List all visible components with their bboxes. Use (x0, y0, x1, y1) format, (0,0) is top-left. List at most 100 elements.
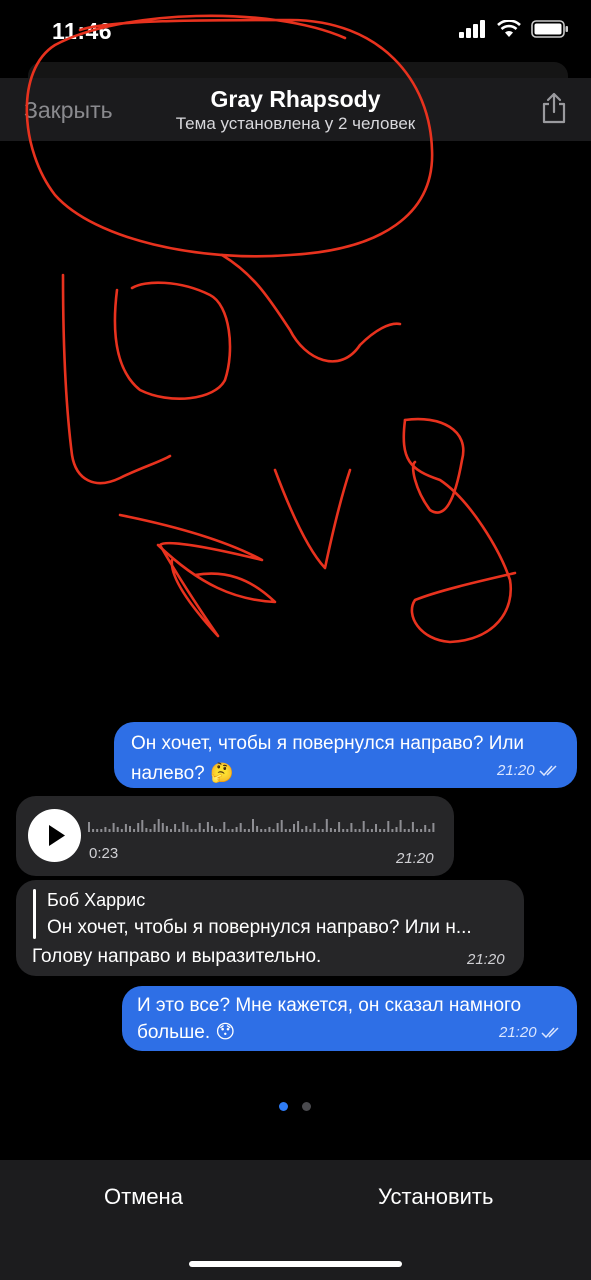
waveform-bar (391, 829, 394, 832)
message-text: Он хочет, чтобы я повернулся направо? Ил… (131, 733, 525, 784)
waveform-bar (198, 823, 201, 832)
waveform-bar (190, 829, 193, 832)
reply-quote: Он хочет, чтобы я повернулся направо? Ил… (47, 917, 472, 938)
waveform-bar (124, 824, 127, 832)
waveform-bar (338, 822, 341, 832)
waveform-bar (202, 829, 205, 832)
waveform-bar (350, 823, 353, 832)
waveform-bar (284, 829, 287, 832)
reply-author: Боб Харрис (47, 890, 146, 910)
waveform-bar (252, 819, 254, 832)
theme-subtitle: Тема установлена у 2 человек (175, 114, 416, 133)
waveform-bar (272, 829, 275, 832)
cancel-button[interactable]: Отмена (104, 1184, 183, 1210)
waveform-bar (182, 822, 185, 832)
status-time: 11:46 (52, 18, 113, 44)
battery-icon (531, 20, 568, 38)
waveform-bar (194, 829, 197, 832)
waveform-bar (141, 820, 144, 832)
waveform-bar (428, 829, 431, 832)
waveform-bar (301, 829, 304, 832)
waveform-bar (305, 826, 308, 832)
waveform-bar (276, 823, 279, 832)
waveform-bar (268, 827, 271, 832)
waveform-bar (358, 829, 361, 832)
waveform-bar (317, 829, 320, 832)
waveform-bar (411, 822, 414, 832)
waveform (88, 819, 435, 832)
voice-duration: 0:23 (89, 845, 119, 862)
waveform-bar (370, 829, 373, 832)
share-button[interactable] (541, 92, 567, 129)
waveform-bar (362, 821, 365, 832)
waveform-bar (387, 821, 390, 832)
wifi-icon (497, 20, 521, 37)
waveform-bar (88, 822, 90, 832)
waveform-bar (424, 825, 427, 832)
play-button[interactable] (28, 809, 81, 862)
waveform-bar (432, 823, 435, 832)
reply-quote-bar (33, 889, 36, 939)
home-indicator[interactable] (189, 1261, 402, 1267)
waveform-bar (297, 821, 300, 832)
waveform-bar (354, 829, 357, 832)
waveform-bar (321, 829, 324, 832)
waveform-bar (325, 819, 328, 832)
voice-time: 21:20 (396, 850, 434, 867)
waveform-bar (104, 827, 107, 832)
waveform-bar (153, 824, 156, 832)
waveform-bar (420, 829, 423, 832)
waveform-bar (407, 829, 410, 832)
waveform-bar (235, 827, 238, 832)
waveform-bar (157, 819, 160, 832)
waveform-bar (219, 829, 222, 832)
waveform-bar (96, 829, 99, 832)
message-time-text: 21:20 (499, 1024, 537, 1041)
waveform-bar (264, 829, 267, 832)
waveform-bar (137, 823, 140, 832)
waveform-bar (395, 827, 398, 832)
waveform-bar (243, 829, 246, 832)
waveform-bar (366, 829, 369, 832)
waveform-bar (165, 826, 168, 832)
waveform-bar (288, 829, 291, 832)
signal-icon (459, 20, 485, 38)
status-icons (459, 20, 569, 38)
waveform-bar (211, 826, 213, 832)
waveform-bar (383, 829, 386, 832)
double-check-icon (539, 765, 557, 777)
waveform-bar (129, 826, 131, 832)
message-time: 21:20 (497, 762, 559, 779)
waveform-bar (133, 829, 136, 832)
waveform-bar (403, 829, 406, 832)
voice-message[interactable] (16, 796, 454, 876)
waveform-bar (329, 828, 332, 832)
waveform-bar (92, 829, 95, 832)
message-time: 21:20 (499, 1024, 561, 1041)
waveform-bar (161, 823, 164, 832)
waveform-bar (309, 829, 312, 832)
page-dot[interactable] (302, 1102, 311, 1111)
waveform-bar (186, 825, 189, 832)
waveform-bar (215, 829, 218, 832)
waveform-bar (149, 829, 152, 832)
waveform-bar (239, 823, 242, 832)
apply-theme-button[interactable]: Установить (378, 1184, 493, 1210)
waveform-bar (256, 826, 259, 832)
waveform-bar (399, 820, 402, 832)
waveform-bar (170, 829, 172, 832)
page-dot-active[interactable] (279, 1102, 288, 1111)
waveform-bar (223, 822, 226, 832)
waveform-bar (260, 829, 263, 832)
waveform-bar (280, 820, 283, 832)
message-time-text: 21:20 (497, 762, 535, 779)
double-check-icon (541, 1027, 559, 1039)
theme-title: Gray Rhapsody (210, 86, 381, 112)
waveform-bar (178, 829, 181, 832)
waveform-bar (231, 829, 234, 832)
waveform-bar (116, 827, 119, 832)
waveform-bar (293, 824, 295, 832)
waveform-bar (375, 824, 377, 832)
waveform-bar (100, 829, 103, 832)
waveform-bar (346, 829, 349, 832)
